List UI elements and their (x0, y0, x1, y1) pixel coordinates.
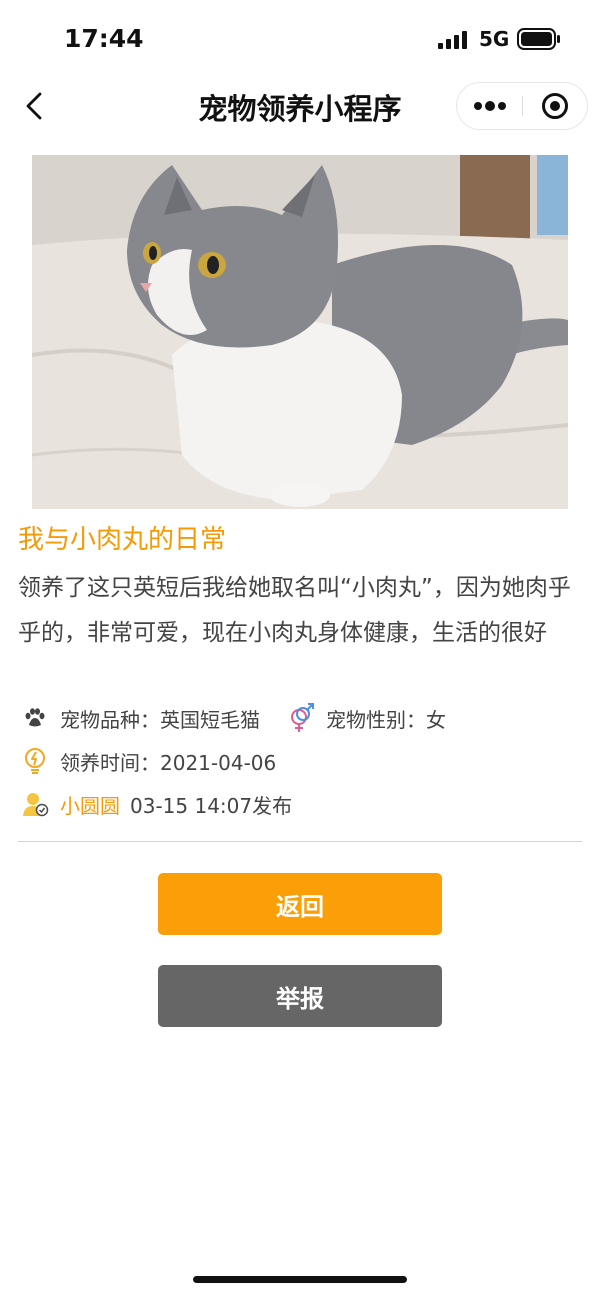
gender-icon (286, 703, 316, 733)
close-miniprogram-button[interactable] (523, 83, 587, 129)
author-row: 小圆圆 03-15 14:07发布 (20, 787, 292, 821)
publish-time: 03-15 14:07发布 (130, 793, 293, 818)
target-icon (542, 93, 568, 119)
gender-label: 宠物性别：女 (326, 707, 446, 732)
capsule-menu (456, 82, 588, 130)
user-icon (20, 789, 50, 819)
paw-icon (20, 703, 50, 733)
status-time: 17:44 (64, 24, 144, 53)
pet-photo (32, 155, 568, 509)
back-button[interactable] (12, 80, 56, 132)
post-title: 我与小肉丸的日常 (18, 525, 227, 555)
return-button[interactable]: 返回 (158, 873, 442, 935)
more-dots-icon (474, 101, 506, 111)
network-type: 5G (479, 27, 510, 51)
divider (18, 841, 582, 842)
back-arrow-icon (26, 92, 42, 120)
adopt-time-label: 领养时间：2021-04-06 (60, 750, 277, 775)
report-button[interactable]: 举报 (158, 965, 442, 1027)
home-indicator[interactable] (193, 1276, 407, 1283)
gender-info: 宠物性别：女 (286, 703, 446, 733)
page: 17:44 5G 宠物领养小程序 我与小肉丸的日常 领养了这只英短后我给她取名叫… (0, 0, 600, 1298)
status-bar: 17:44 5G (0, 0, 600, 78)
breed-label: 宠物品种：英国短毛猫 (60, 707, 260, 732)
author-name[interactable]: 小圆圆 (60, 790, 120, 819)
nav-bar: 宠物领养小程序 (0, 78, 600, 136)
signal-icon (438, 31, 467, 49)
bulb-icon (20, 746, 50, 776)
post-description: 领养了这只英短后我给她取名叫“小肉丸”，因为她肉乎乎的，非常可爱，现在小肉丸身体… (18, 575, 571, 646)
adopt-time-row: 领养时间：2021-04-06 (20, 744, 276, 778)
more-button[interactable] (457, 83, 523, 129)
cat-image (32, 155, 568, 509)
battery-icon (517, 28, 560, 50)
pet-info-row: 宠物品种：英国短毛猫 宠物性别：女 (20, 701, 446, 735)
page-title: 宠物领养小程序 (198, 92, 402, 126)
